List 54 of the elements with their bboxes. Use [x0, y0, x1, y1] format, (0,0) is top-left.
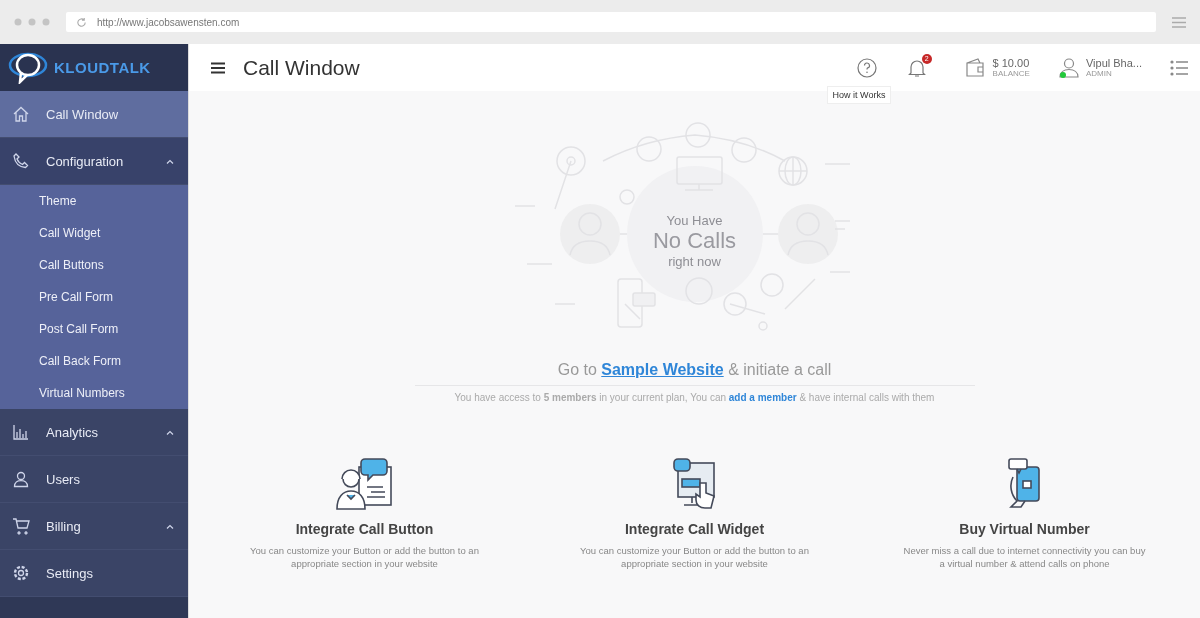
card-description: You can customize your Button or add the button to an appropriate section in your website: [249, 545, 480, 571]
user-icon: [12, 470, 30, 488]
url-text: http://www.jacobsawensten.com: [97, 16, 240, 28]
card-title: Buy Virtual Number: [959, 521, 1090, 537]
card-description: Never miss a call due to internet connectivity you can buy a virtual number & attend calls on phone: [902, 545, 1147, 571]
submenu-item[interactable]: Call Back Form: [0, 345, 188, 377]
nav-item[interactable]: Call Window: [0, 91, 188, 138]
user-icon[interactable]: [1057, 56, 1080, 79]
phone-icon: [12, 152, 30, 170]
chevron-icon: [166, 429, 174, 435]
call-prompt: Go to Sample Website & initiate a call: [557, 361, 832, 379]
list-icon[interactable]: [1170, 59, 1188, 76]
help-icon[interactable]: [856, 57, 877, 78]
page-title: Call Window: [243, 55, 360, 80]
bell-icon[interactable]: [906, 57, 927, 78]
window-dots-icon: [14, 18, 50, 26]
nav-item[interactable]: Analytics: [0, 409, 188, 456]
user-name: Vipul Bha...: [1085, 57, 1142, 69]
submenu-item[interactable]: Post Call Form: [0, 313, 188, 345]
chevron-icon: [166, 158, 174, 164]
wallet-icon[interactable]: [964, 57, 987, 78]
balance-amount: $ 10.00: [992, 57, 1030, 69]
user-role: ADMIN: [1085, 69, 1113, 78]
chevron-icon: [166, 523, 174, 529]
home-icon: [12, 105, 30, 123]
sample-website-link[interactable]: Sample Website: [601, 361, 724, 378]
address-bar[interactable]: http://www.jacobsawensten.com: [66, 12, 1156, 32]
reload-icon[interactable]: [76, 16, 87, 28]
tooltip: How it Works: [826, 85, 892, 104]
card-title: Integrate Call Widget: [624, 521, 765, 537]
logo-text: KLOUDTALK: [54, 59, 151, 76]
card-title: Integrate Call Button: [295, 521, 434, 537]
gear-icon: [12, 564, 30, 582]
logo-icon: [8, 51, 48, 84]
submenu-item[interactable]: Pre Call Form: [0, 281, 188, 313]
empty-state-heading: You Have: [666, 213, 723, 228]
cart-icon: [12, 517, 30, 535]
support-agent-icon: [334, 457, 395, 511]
submenu-item[interactable]: Theme: [0, 185, 188, 217]
empty-state-subtitle: right now: [668, 254, 721, 269]
empty-state-title: No Calls: [652, 228, 737, 254]
balance-label: BALANCE: [992, 69, 1030, 78]
nav-item[interactable]: Users: [0, 456, 188, 503]
submenu-item[interactable]: Call Buttons: [0, 249, 188, 281]
nav-item[interactable]: Configuration: [0, 138, 188, 185]
submenu-item[interactable]: Virtual Numbers: [0, 377, 188, 409]
nav-item[interactable]: Billing: [0, 503, 188, 550]
members-note: You have access to 5 members in your current plan, You can add a member & have internal calls with them: [454, 392, 935, 403]
bar-chart-icon: [12, 423, 30, 441]
submenu-item[interactable]: Call Widget: [0, 217, 188, 249]
card-description: You can customize your Button or add the button to an appropriate section in your website: [579, 545, 810, 571]
add-member-link[interactable]: add a member: [728, 392, 797, 403]
nav-item[interactable]: Settings: [0, 550, 188, 597]
menu-icon[interactable]: [211, 61, 225, 74]
